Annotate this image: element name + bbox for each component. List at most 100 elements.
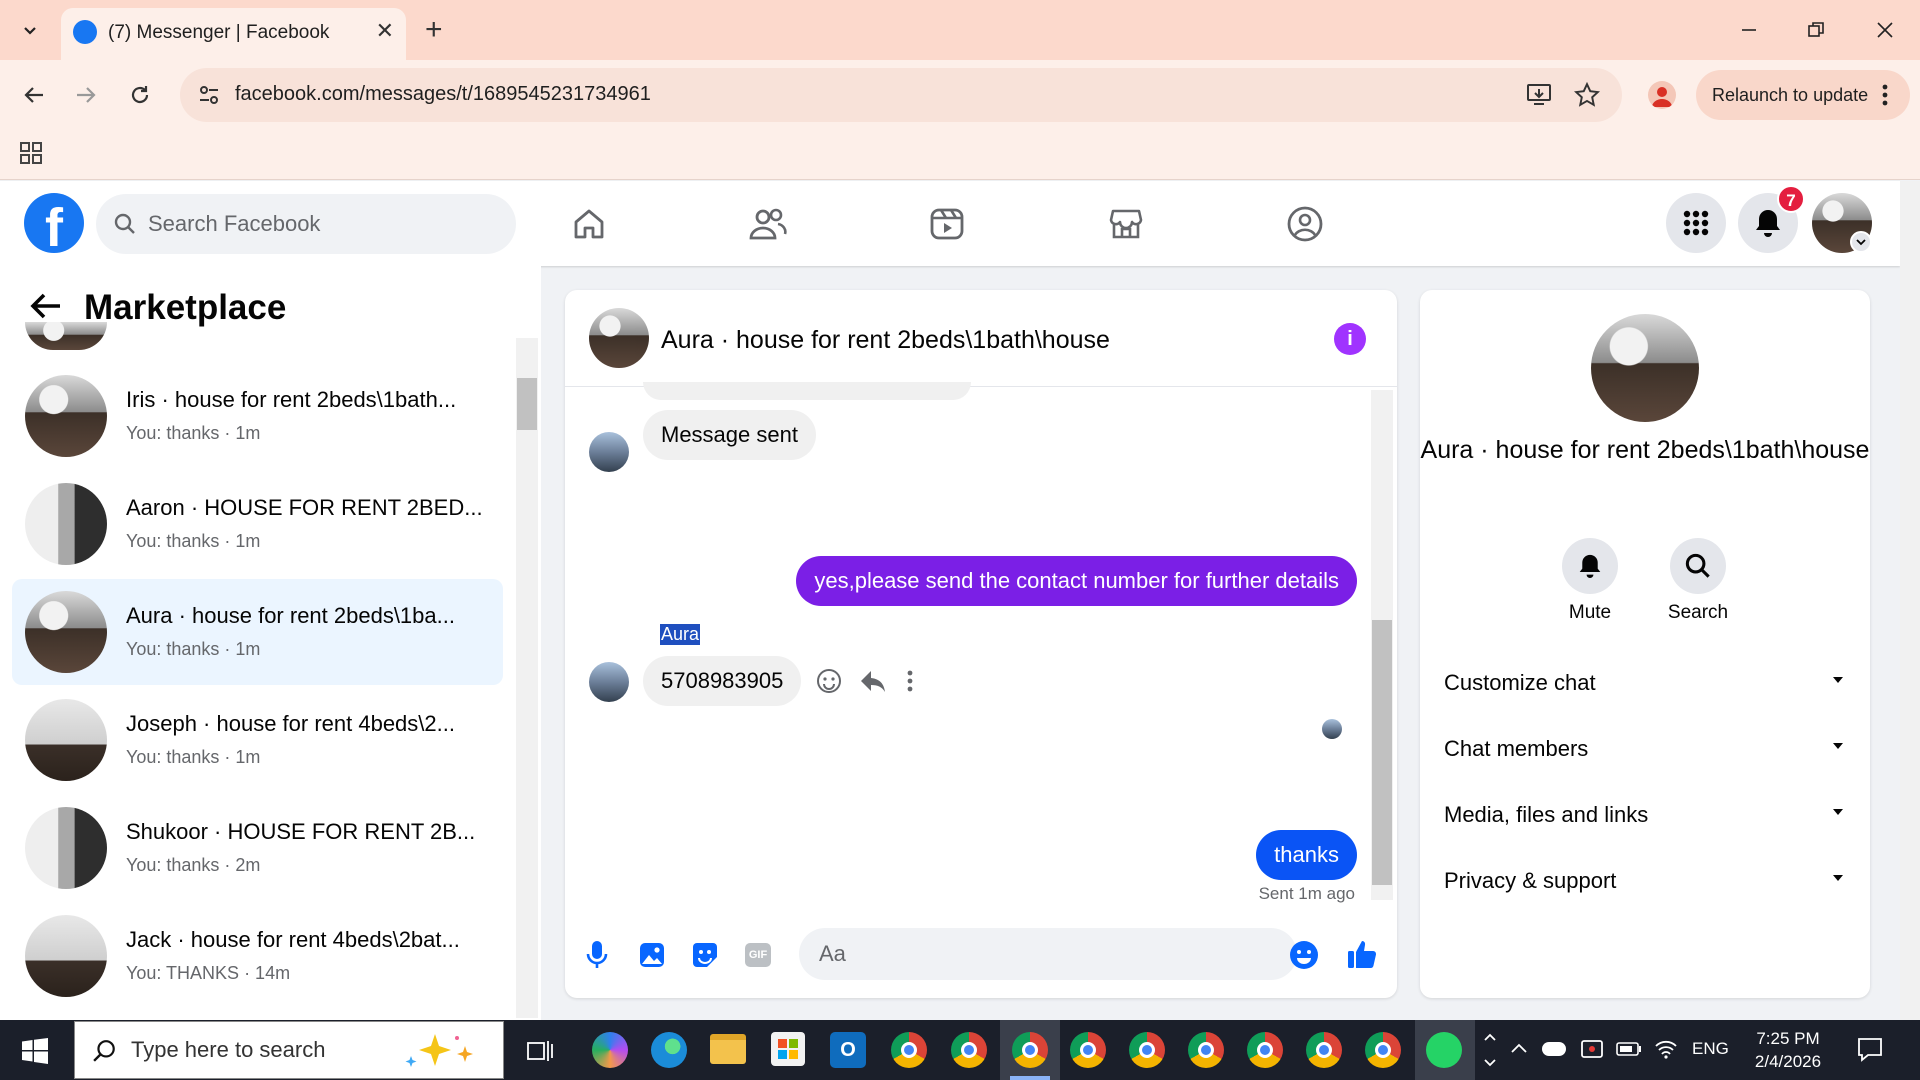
bookmarks-bar [0,130,1920,180]
chrome-app-icon[interactable] [891,1032,927,1068]
chrome-profile-icon[interactable] [951,1032,987,1068]
facebook-logo[interactable]: f [24,193,84,253]
message-input[interactable] [799,928,1297,980]
message-outgoing[interactable]: thanks [1256,830,1357,880]
search-input[interactable] [148,194,498,254]
conversation-name: Aaron · HOUSE FOR RENT 2BED... [126,495,483,520]
taskbar-clock[interactable]: 7:25 PM 2/4/2026 [1748,1027,1828,1073]
nav-gaming[interactable] [1280,199,1330,249]
mute-button[interactable] [1562,538,1618,594]
message-incoming[interactable]: Message sent [643,410,816,460]
chrome-profile-icon[interactable] [1129,1032,1165,1068]
minimize-button[interactable] [1729,10,1769,50]
meet-now-icon[interactable] [1580,1038,1604,1060]
chrome-profile-icon[interactable] [1247,1032,1283,1068]
taskbar-search[interactable] [74,1021,504,1079]
edge-app-icon[interactable] [651,1032,687,1068]
chrome-profile-icon[interactable] [1365,1032,1401,1068]
back-button[interactable] [14,75,54,115]
react-emoji-icon[interactable] [816,668,842,694]
taskbar-scroll-arrows-icon[interactable] [1482,1028,1498,1072]
taskbar-search-input[interactable] [131,1022,411,1078]
section-privacy-support[interactable]: Privacy & support [1444,860,1846,900]
bookmark-star-icon[interactable] [1574,82,1600,108]
conversation-item[interactable]: Shukoor · HOUSE FOR RENT 2B... You: than… [12,795,503,901]
conversation-item[interactable]: Aaron · HOUSE FOR RENT 2BED... You: than… [12,471,503,577]
new-tab-button[interactable]: + [425,12,443,48]
relaunch-to-update-button[interactable]: Relaunch to update [1696,70,1910,120]
section-customize-chat[interactable]: Customize chat [1444,662,1846,702]
microphone-icon[interactable] [585,940,609,970]
more-options-icon[interactable] [907,670,913,692]
whatsapp-app-icon[interactable] [1426,1032,1462,1068]
photo-icon[interactable] [638,941,666,969]
conversation-name: Jack · house for rent 4beds\2bat... [126,927,460,952]
tab-title: (7) Messenger | Facebook [108,22,330,43]
nav-video[interactable] [922,199,972,249]
close-tab-icon[interactable]: ✕ [376,18,394,44]
conversation-list-scroll-thumb[interactable] [517,378,537,430]
microsoft-store-icon[interactable] [771,1032,805,1066]
forward-button[interactable] [66,75,106,115]
restore-button[interactable] [1796,10,1836,50]
conversation-item[interactable]: Iris · house for rent 2beds\1bath... You… [12,363,503,469]
chat-scroll-thumb[interactable] [1372,620,1392,885]
language-indicator[interactable]: ENG [1692,1039,1729,1059]
marketplace-icon [1109,209,1143,239]
task-view-icon[interactable] [526,1038,554,1064]
info-icon[interactable]: i [1334,323,1366,355]
back-arrow-icon[interactable] [28,288,64,324]
reload-button[interactable] [120,75,160,115]
chat-title[interactable]: Aura · house for rent 2beds\1bath\house [661,326,1110,355]
emoji-icon[interactable] [1289,940,1319,970]
menu-button[interactable] [1666,193,1726,253]
sticker-icon[interactable] [691,941,719,969]
search-in-conversation-button[interactable] [1670,538,1726,594]
chrome-profile-icon-active[interactable] [1012,1032,1048,1068]
nav-home[interactable] [564,199,614,249]
message-outgoing[interactable]: yes,please send the contact number for f… [796,556,1357,606]
nav-marketplace[interactable] [1101,199,1151,249]
nav-friends[interactable] [743,199,793,249]
copilot-app-icon[interactable] [592,1032,628,1068]
notification-center-icon[interactable] [1857,1036,1883,1062]
search-icon [114,213,135,234]
like-thumb-icon[interactable] [1346,938,1378,970]
message-incoming[interactable]: 5708983905 [643,656,802,706]
section-chat-members[interactable]: Chat members [1444,728,1846,768]
conversation-list-scrollbar[interactable] [516,338,538,1018]
profile-avatar-icon[interactable] [1648,81,1676,109]
show-hidden-icons-icon[interactable] [1510,1042,1528,1054]
install-app-icon[interactable] [1526,83,1552,107]
conversation-item[interactable]: Jack · house for rent 4beds\2bat... You:… [12,903,503,1009]
outlook-app-icon[interactable]: O [830,1032,866,1068]
account-chevron-icon[interactable] [1850,231,1872,253]
close-window-button[interactable] [1865,10,1905,50]
onedrive-icon[interactable] [1542,1042,1566,1056]
gif-icon[interactable]: GIF [745,943,771,967]
windows-start-icon[interactable] [22,1038,48,1064]
section-label: Customize chat [1444,670,1596,695]
chat-avatar[interactable] [589,308,649,368]
file-explorer-icon[interactable] [710,1034,746,1064]
tab-search-button[interactable] [14,14,46,46]
conversation-item-active[interactable]: Aura · house for rent 2beds\1ba... You: … [12,579,503,685]
section-media-files-links[interactable]: Media, files and links [1444,794,1846,834]
facebook-search[interactable] [96,194,516,254]
chrome-profile-icon[interactable] [1306,1032,1342,1068]
seen-indicator-avatar [1322,719,1342,739]
conversation-preview: You: thanks · 1m [126,423,261,443]
site-settings-icon[interactable] [198,84,220,106]
chrome-profile-icon[interactable] [1188,1032,1224,1068]
conversation-name: Iris · house for rent 2beds\1bath... [126,387,457,412]
chrome-profile-icon[interactable] [1070,1032,1106,1068]
battery-icon[interactable] [1616,1042,1642,1056]
apps-grid-icon[interactable] [19,141,43,165]
chevron-down-icon [1833,677,1843,683]
address-bar[interactable]: facebook.com/messages/t/1689545231734961 [180,68,1622,122]
browser-tab[interactable]: (7) Messenger | Facebook ✕ [61,8,406,60]
conversation-item[interactable]: Joseph · house for rent 4beds\2... You: … [12,687,503,793]
wifi-icon[interactable] [1654,1038,1678,1060]
page-scrollbar[interactable] [1900,181,1920,1021]
reply-icon[interactable] [859,668,887,694]
